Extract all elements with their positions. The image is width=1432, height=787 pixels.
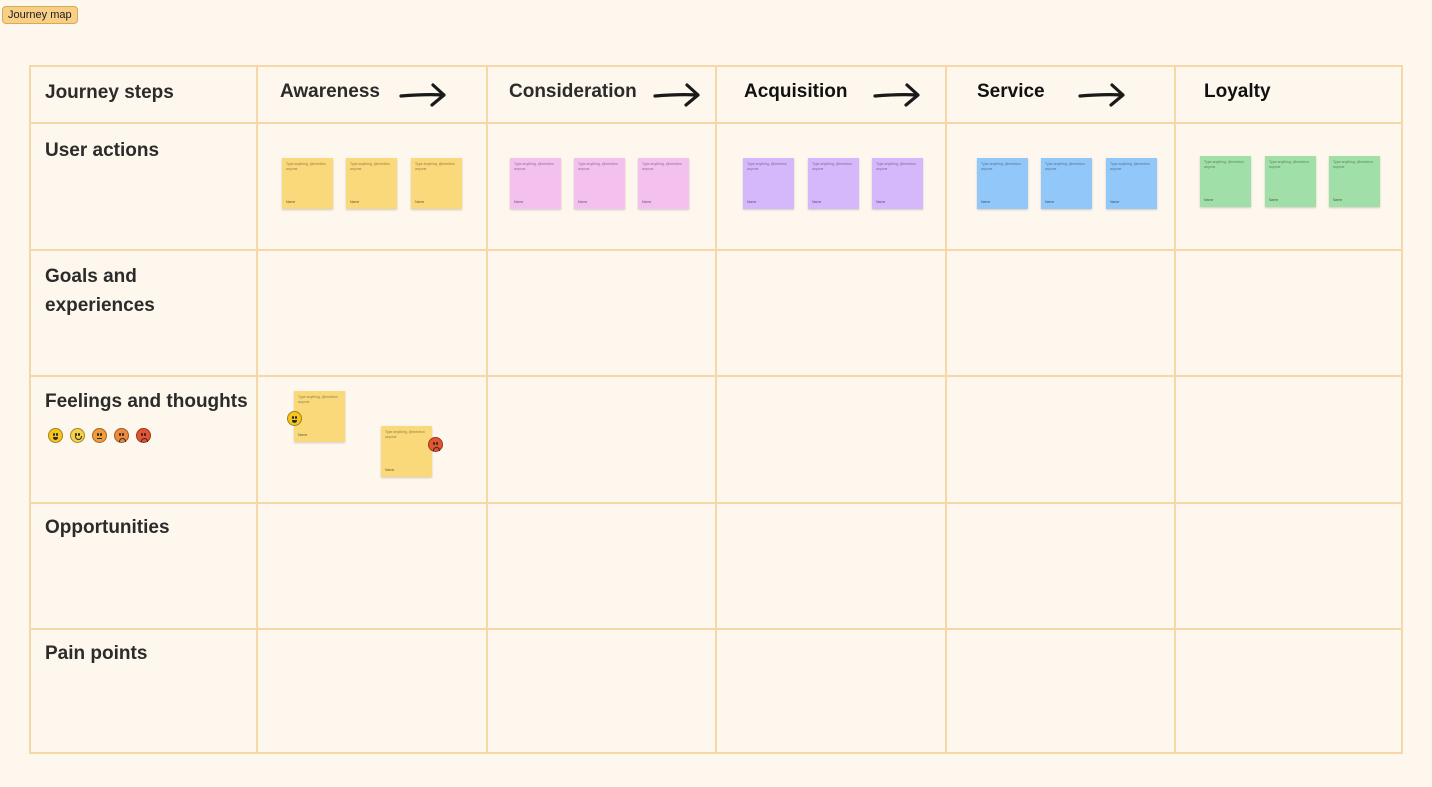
row-pain-points: Pain points [45, 643, 148, 664]
sticky-note[interactable]: Type anything, @mention anyone Name [808, 158, 859, 209]
neutral-emoji-icon [92, 428, 107, 443]
column-acquisition: Acquisition [744, 81, 848, 102]
sticky-text: Type anything, @mention anyone [1110, 162, 1150, 171]
sticky-text: Type anything, @mention anyone [350, 162, 390, 171]
sticky-note[interactable]: Type anything, @mention anyone Name [510, 158, 561, 209]
sticky-note[interactable]: Type anything, @mention anyone Name [1200, 156, 1251, 207]
row-divider [31, 375, 1401, 377]
sticky-note[interactable]: Type anything, @mention anyone Name [1329, 156, 1380, 207]
column-loyalty: Loyalty [1204, 81, 1271, 102]
sticky-text: Type anything, @mention anyone [1204, 160, 1244, 169]
angry-emoji-icon [136, 428, 151, 443]
sticky-author: Name [1333, 198, 1343, 202]
sticky-text: Type anything, @mention anyone [298, 395, 338, 404]
sticky-text: Type anything, @mention anyone [981, 162, 1021, 171]
sticky-author: Name [578, 200, 588, 204]
column-consideration: Consideration [509, 81, 637, 102]
sticky-author: Name [1204, 198, 1214, 202]
row-goals-and-experiences: Goals and experiences [45, 266, 155, 316]
row-divider [31, 249, 1401, 251]
sticky-text: Type anything, @mention anyone [286, 162, 326, 171]
sticky-note[interactable]: Type anything, @mention anyone Name [1265, 156, 1316, 207]
column-service: Service [977, 81, 1045, 102]
arrow-right-icon [399, 83, 446, 107]
sticky-note[interactable]: Type anything, @mention anyone Name [977, 158, 1028, 209]
column-divider [486, 67, 488, 752]
row-opportunities: Opportunities [45, 517, 170, 538]
sticky-author: Name [812, 200, 822, 204]
column-divider [256, 67, 258, 752]
sticky-author: Name [298, 433, 308, 437]
row-divider [31, 628, 1401, 630]
sticky-author: Name [747, 200, 757, 204]
row-divider [31, 502, 1401, 504]
sticky-note[interactable]: Type anything, @mention anyone Name [282, 158, 333, 209]
sticky-text: Type anything, @mention anyone [1045, 162, 1085, 171]
arrow-right-icon [1078, 83, 1125, 107]
sticky-note[interactable]: Type anything, @mention anyone Name [872, 158, 923, 209]
angry-emoji-icon[interactable] [428, 437, 443, 452]
very-happy-emoji-icon[interactable] [287, 411, 302, 426]
row-user-actions: User actions [45, 140, 160, 161]
header-journey-steps: Journey steps [45, 82, 174, 103]
sticky-author: Name [385, 468, 395, 472]
sticky-text: Type anything, @mention anyone [415, 162, 455, 171]
column-awareness: Awareness [280, 81, 380, 102]
happy-emoji-icon [70, 428, 85, 443]
sticky-note[interactable]: Type anything, @mention anyone Name [411, 158, 462, 209]
sticky-note[interactable]: Type anything, @mention anyone Name [381, 426, 432, 477]
sticky-author: Name [514, 200, 524, 204]
sticky-text: Type anything, @mention anyone [747, 162, 787, 171]
sticky-author: Name [415, 200, 425, 204]
column-divider [945, 67, 947, 752]
sticky-text: Type anything, @mention anyone [514, 162, 554, 171]
arrow-right-icon [653, 83, 700, 107]
column-divider [1174, 67, 1176, 752]
sticky-author: Name [1269, 198, 1279, 202]
very-happy-emoji-icon [48, 428, 63, 443]
row-feelings-and-thoughts: Feelings and thoughts [45, 391, 248, 412]
sticky-author: Name [286, 200, 296, 204]
sticky-text: Type anything, @mention anyone [578, 162, 618, 171]
sticky-note[interactable]: Type anything, @mention anyone Name [743, 158, 794, 209]
sticky-text: Type anything, @mention anyone [642, 162, 682, 171]
journey-map-grid: Journey steps Awareness Consideration Ac… [29, 65, 1403, 754]
sticky-text: Type anything, @mention anyone [1269, 160, 1309, 169]
sticky-text: Type anything, @mention anyone [385, 430, 425, 439]
sticky-text: Type anything, @mention anyone [812, 162, 852, 171]
sticky-author: Name [642, 200, 652, 204]
sticky-text: Type anything, @mention anyone [876, 162, 916, 171]
sticky-author: Name [1110, 200, 1120, 204]
sticky-author: Name [1045, 200, 1055, 204]
sticky-note[interactable]: Type anything, @mention anyone Name [1041, 158, 1092, 209]
sticky-note[interactable]: Type anything, @mention anyone Name [638, 158, 689, 209]
sticky-author: Name [876, 200, 886, 204]
sticky-note[interactable]: Type anything, @mention anyone Name [346, 158, 397, 209]
sticky-note[interactable]: Type anything, @mention anyone Name [574, 158, 625, 209]
arrow-right-icon [873, 83, 920, 107]
row-divider [31, 122, 1401, 124]
sticky-author: Name [981, 200, 991, 204]
sticky-author: Name [350, 200, 360, 204]
frame-label[interactable]: Journey map [2, 6, 78, 24]
sad-emoji-icon [114, 428, 129, 443]
sticky-text: Type anything, @mention anyone [1333, 160, 1373, 169]
column-divider [715, 67, 717, 752]
sticky-note[interactable]: Type anything, @mention anyone Name [1106, 158, 1157, 209]
